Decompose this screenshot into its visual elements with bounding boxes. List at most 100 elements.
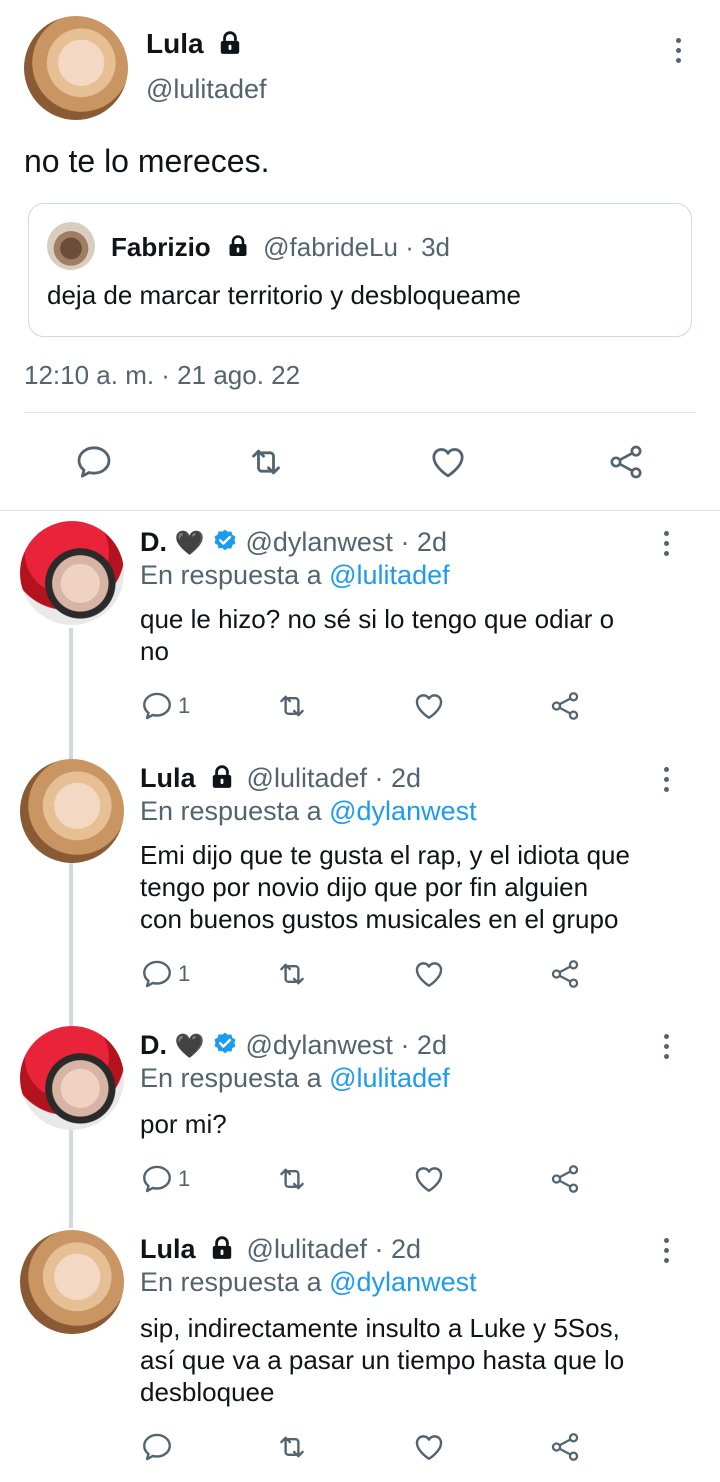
verified-badge-icon xyxy=(212,528,238,554)
lock-icon xyxy=(209,764,235,790)
lock-icon xyxy=(209,1235,235,1261)
reply-context: En respuesta a @dylanwest xyxy=(140,1267,477,1298)
avatar[interactable] xyxy=(24,16,128,120)
reply-icon[interactable] xyxy=(74,442,114,482)
text-line: tengo por novio dijo que por fin alguien xyxy=(140,872,589,902)
text-line: por mi? xyxy=(140,1109,227,1139)
avatar[interactable] xyxy=(20,1026,124,1130)
post-time: · 2d xyxy=(374,763,422,793)
share-icon[interactable] xyxy=(548,1162,582,1196)
share-icon[interactable] xyxy=(548,1430,582,1464)
like-icon[interactable] xyxy=(428,442,468,482)
reply-text: por mi? xyxy=(140,1108,680,1140)
author-name[interactable]: Lula xyxy=(140,763,196,793)
quoted-author-handle: @fabrideLu xyxy=(263,232,398,262)
black-heart-icon: 🖤 xyxy=(174,1033,205,1060)
timestamp[interactable]: 12:10 a. m. · 21 ago. 22 xyxy=(24,360,300,391)
retweet-icon[interactable] xyxy=(275,689,309,723)
reply-icon[interactable] xyxy=(140,1430,174,1464)
post-time: · 2d xyxy=(374,1234,422,1264)
text-line: que le hizo? no sé si lo tengo que odiar… xyxy=(140,604,615,634)
avatar xyxy=(47,222,95,270)
reply-count: 1 xyxy=(178,1166,191,1191)
text-line: desbloquee xyxy=(140,1377,275,1407)
author-handle[interactable]: @lulitadef xyxy=(247,763,367,793)
reply-count: 1 xyxy=(178,693,191,718)
quoted-author-row: Fabrizio @fabrideLu · 3d xyxy=(111,232,450,263)
post-time: · 2d xyxy=(400,1030,447,1060)
author-row: D. 🖤 @dylanwest · 2d xyxy=(140,527,447,558)
reply-context: En respuesta a @lulitadef xyxy=(140,1063,450,1094)
action-bar xyxy=(0,440,720,484)
black-heart-icon: 🖤 xyxy=(174,530,205,557)
like-icon[interactable] xyxy=(412,1430,446,1464)
author-handle[interactable]: @dylanwest xyxy=(245,1030,392,1060)
reply-text: que le hizo? no sé si lo tengo que odiar… xyxy=(140,603,680,667)
text-line: sip, indirectamente insulto a Luke y 5So… xyxy=(140,1313,620,1343)
reply-icon xyxy=(140,1162,174,1196)
divider xyxy=(0,510,720,511)
quoted-tweet[interactable]: Fabrizio @fabrideLu · 3d deja de marcar … xyxy=(28,203,692,337)
mention-link[interactable]: @dylanwest xyxy=(329,1267,476,1297)
like-icon[interactable] xyxy=(412,957,446,991)
text-line: no xyxy=(140,636,169,666)
more-options-icon[interactable] xyxy=(668,38,688,63)
like-icon[interactable] xyxy=(412,1162,446,1196)
reply-text: Emi dijo que te gusta el rap, y el idiot… xyxy=(140,839,680,935)
reply-context: En respuesta a @dylanwest xyxy=(140,796,477,827)
retweet-icon[interactable] xyxy=(275,1430,309,1464)
post-time: · 2d xyxy=(400,527,447,557)
author-name[interactable]: D. xyxy=(140,527,167,557)
quoted-time: · 3d xyxy=(405,232,450,262)
mention-link[interactable]: @lulitadef xyxy=(329,560,449,590)
reply-button[interactable]: 1 xyxy=(140,957,190,991)
text-line: con buenos gustos musicales en el grupo xyxy=(140,904,619,934)
more-options-icon[interactable] xyxy=(656,531,676,556)
avatar[interactable] xyxy=(20,759,124,863)
text-line: Emi dijo que te gusta el rap, y el idiot… xyxy=(140,840,630,870)
reply-tweet[interactable]: D. 🖤 @dylanwest · 2d En respuesta a @lul… xyxy=(0,1020,720,1220)
author-row: Lula xyxy=(146,28,243,60)
author-name[interactable]: Lula xyxy=(146,28,204,59)
avatar[interactable] xyxy=(20,1230,124,1334)
like-icon[interactable] xyxy=(412,689,446,723)
author-name[interactable]: Lula xyxy=(140,1234,196,1264)
mention-link[interactable]: @lulitadef xyxy=(329,1063,449,1093)
author-handle[interactable]: @lulitadef xyxy=(247,1234,367,1264)
share-icon[interactable] xyxy=(606,442,646,482)
retweet-icon[interactable] xyxy=(275,1162,309,1196)
more-options-icon[interactable] xyxy=(656,1238,676,1263)
reply-icon xyxy=(140,957,174,991)
author-name[interactable]: D. xyxy=(140,1030,167,1060)
quoted-text: deja de marcar territorio y desbloqueame xyxy=(47,280,522,310)
reply-button[interactable]: 1 xyxy=(140,689,190,723)
tweet-text: no te lo mereces. xyxy=(24,143,270,179)
more-options-icon[interactable] xyxy=(656,767,676,792)
reply-tweet[interactable]: D. 🖤 @dylanwest · 2d En respuesta a @lul… xyxy=(0,515,720,747)
retweet-icon[interactable] xyxy=(275,957,309,991)
author-handle[interactable]: @lulitadef xyxy=(146,74,266,105)
reply-button[interactable]: 1 xyxy=(140,1162,190,1196)
reply-count: 1 xyxy=(178,961,191,986)
text-line: así que va a pasar un tiempo hasta que l… xyxy=(140,1345,625,1375)
author-row: Lula @lulitadef · 2d xyxy=(140,1234,421,1265)
reply-tweet[interactable]: Lula @lulitadef · 2d En respuesta a @dyl… xyxy=(0,751,720,1015)
author-handle[interactable]: @dylanwest xyxy=(245,527,392,557)
share-icon[interactable] xyxy=(548,957,582,991)
retweet-icon[interactable] xyxy=(246,442,286,482)
reply-icon xyxy=(140,689,174,723)
reply-text: sip, indirectamente insulto a Luke y 5So… xyxy=(140,1312,680,1408)
divider xyxy=(24,412,696,413)
lock-icon xyxy=(226,234,250,258)
mention-link[interactable]: @dylanwest xyxy=(329,796,476,826)
reply-prefix: En respuesta a xyxy=(140,1267,330,1297)
lock-icon xyxy=(217,30,243,56)
verified-badge-icon xyxy=(212,1031,238,1057)
avatar[interactable] xyxy=(20,521,124,625)
more-options-icon[interactable] xyxy=(656,1034,676,1059)
share-icon[interactable] xyxy=(548,689,582,723)
reply-tweet[interactable]: Lula @lulitadef · 2d En respuesta a @dyl… xyxy=(0,1224,720,1482)
reply-prefix: En respuesta a xyxy=(140,1063,330,1093)
reply-prefix: En respuesta a xyxy=(140,560,330,590)
author-row: Lula @lulitadef · 2d xyxy=(140,763,421,794)
